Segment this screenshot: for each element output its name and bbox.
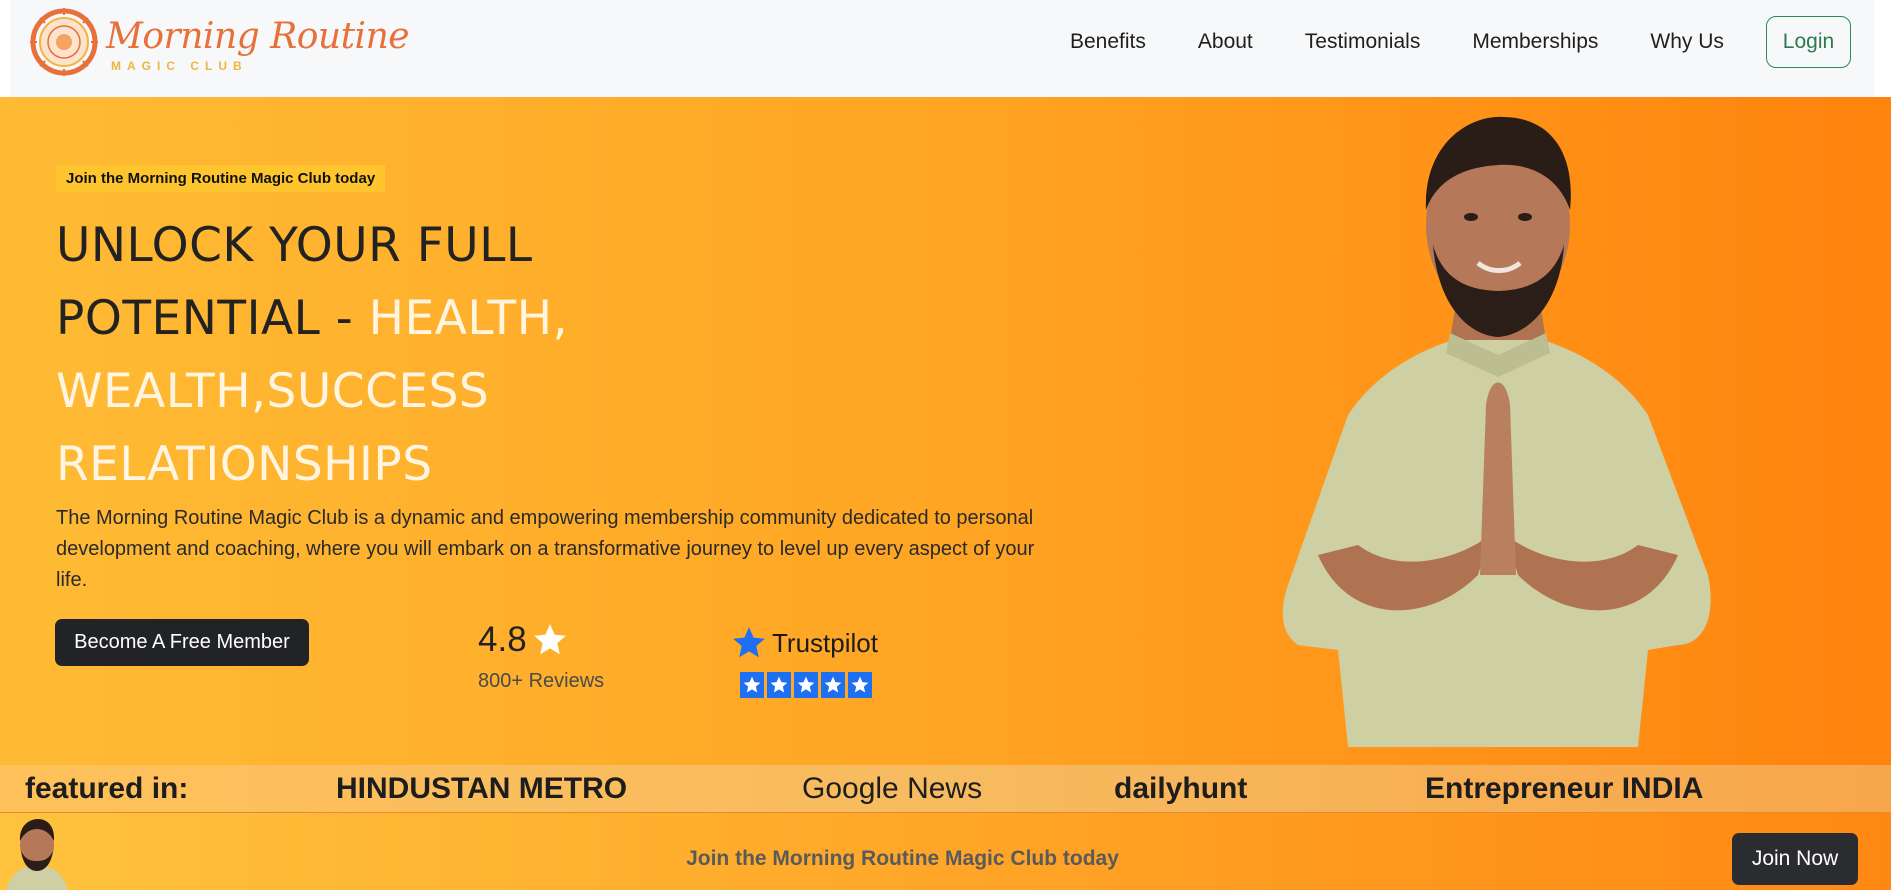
hero-section: Join the Morning Routine Magic Club toda… xyxy=(0,97,1891,765)
featured-outlet-google-news: Google News xyxy=(802,772,983,805)
nav-why-us[interactable]: Why Us xyxy=(1650,28,1724,56)
sticky-join-bar: Join the Morning Routine Magic Club toda… xyxy=(0,812,1891,890)
sticky-bar-text: Join the Morning Routine Magic Club toda… xyxy=(686,847,1119,870)
trustpilot-star-icon xyxy=(733,627,765,658)
trustpilot-block: Trustpilot xyxy=(730,624,878,698)
hero-title: UNLOCK YOUR FULL POTENTIAL - HEALTH, WEA… xyxy=(56,209,756,501)
hero-description: The Morning Routine Magic Club is a dyna… xyxy=(56,507,1035,591)
trustpilot-star-box xyxy=(821,672,845,698)
rating-block: 4.8 800+ Reviews xyxy=(478,620,604,693)
rating-value: 4.8 xyxy=(478,620,527,659)
main-nav: Benefits About Testimonials Memberships … xyxy=(1070,28,1776,56)
nav-about[interactable]: About xyxy=(1198,28,1253,56)
nav-memberships[interactable]: Memberships xyxy=(1472,28,1598,56)
trustpilot-star-box xyxy=(848,672,872,698)
hero-badge: Join the Morning Routine Magic Club toda… xyxy=(56,165,386,192)
trustpilot-star-box xyxy=(794,672,818,698)
star-icon xyxy=(824,676,842,693)
brand-logo[interactable]: Morning Routine MAGIC CLUB xyxy=(30,7,410,77)
rating-reviews: 800+ Reviews xyxy=(478,670,605,692)
sun-mandala-icon xyxy=(30,8,98,76)
star-icon xyxy=(770,676,788,693)
site-header: Morning Routine MAGIC CLUB Benefits Abou… xyxy=(10,0,1874,97)
star-icon xyxy=(743,676,761,693)
brand-title: Morning Routine xyxy=(106,16,410,57)
trustpilot-label: Trustpilot xyxy=(772,627,878,658)
nav-testimonials[interactable]: Testimonials xyxy=(1305,28,1421,56)
hero-portrait xyxy=(1282,116,1711,747)
star-icon xyxy=(797,676,815,693)
trustpilot-star-box xyxy=(740,672,764,698)
star-icon xyxy=(851,676,869,693)
featured-outlet-hindustan-metro: HINDUSTAN METRO xyxy=(336,772,628,805)
trustpilot-stars xyxy=(740,672,878,698)
brand-subtitle: MAGIC CLUB xyxy=(111,59,248,73)
featured-outlet-dailyhunt: dailyhunt xyxy=(1114,772,1248,805)
become-free-member-button[interactable]: Become A Free Member xyxy=(55,619,309,666)
nav-benefits[interactable]: Benefits xyxy=(1070,28,1146,56)
featured-outlet-entrepreneur-india: Entrepreneur INDIA xyxy=(1425,772,1704,805)
star-icon xyxy=(534,624,566,655)
trustpilot-star-box xyxy=(767,672,791,698)
featured-label: featured in: xyxy=(25,772,189,805)
login-button[interactable]: Login xyxy=(1766,16,1851,68)
join-now-button[interactable]: Join Now xyxy=(1732,833,1858,885)
featured-strip: featured in: HINDUSTAN METRO Google News… xyxy=(0,765,1891,812)
